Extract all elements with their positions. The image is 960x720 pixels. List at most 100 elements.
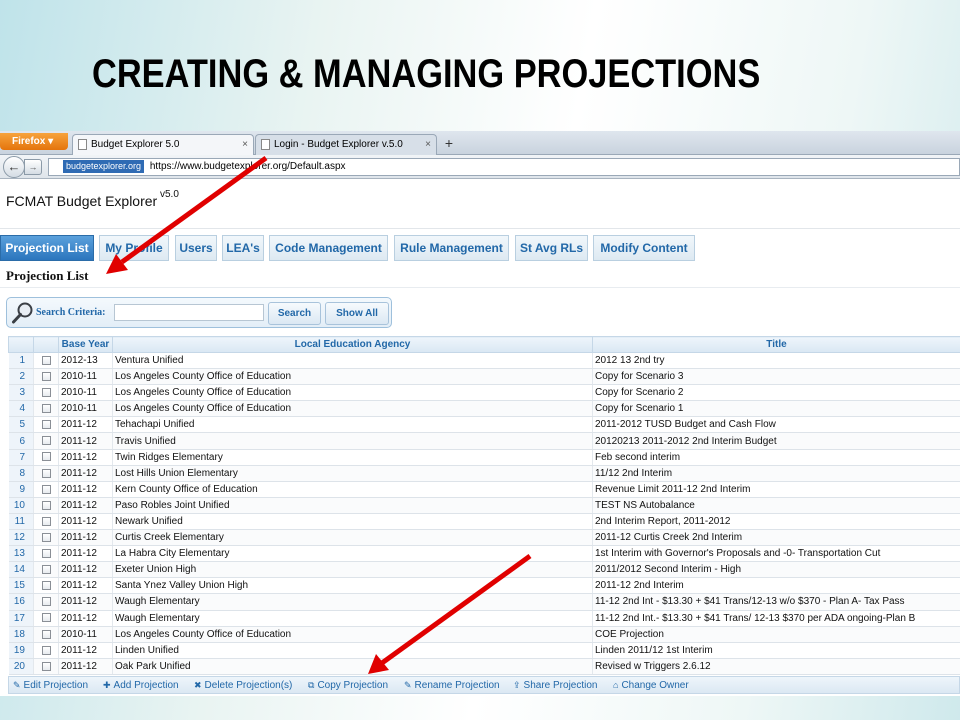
checkbox[interactable] — [41, 404, 51, 414]
tab-users[interactable]: Users — [175, 235, 217, 261]
table-row[interactable]: 10 2011-12 Paso Robles Joint Unified TEST N… — [8, 497, 960, 514]
checkbox[interactable] — [41, 629, 51, 639]
row-checkbox[interactable] — [33, 497, 59, 514]
show-all-button[interactable]: Show All — [325, 302, 389, 325]
checkbox[interactable] — [41, 355, 51, 365]
table-row[interactable]: 6 2011-12 Travis Unified 20120213 2011-2012… — [8, 432, 960, 450]
add-projection-button[interactable]: ✚ Add Projection — [103, 677, 179, 694]
title-cell: 2011/2012 Second Interim - High — [592, 561, 960, 579]
tab-st-avg-rls[interactable]: St Avg RLs — [515, 235, 588, 261]
table-row[interactable]: 5 2011-12 Tehachapi Unified 2011-2012 TUSD … — [8, 416, 960, 434]
close-tab-icon[interactable]: × — [242, 135, 248, 154]
checkbox[interactable] — [41, 484, 51, 494]
table-row[interactable]: 15 2011-12 Santa Ynez Valley Union High 201… — [8, 577, 960, 595]
table-row[interactable]: 8 2011-12 Lost Hills Union Elementary 11/12… — [8, 465, 960, 482]
divider — [0, 287, 960, 288]
lea-cell: Los Angeles County Office of Education — [112, 626, 593, 643]
title-cell: 20120213 2011-2012 2nd Interim Budget — [592, 432, 960, 450]
search-button[interactable]: Search — [268, 302, 321, 325]
table-row[interactable]: 19 2011-12 Linden Unified Linden 2011/12 1s… — [8, 642, 960, 659]
new-tab-button[interactable]: + — [438, 134, 460, 154]
table-row[interactable]: 20 2011-12 Oak Park Unified Revised w Trigg… — [8, 658, 960, 675]
checkbox[interactable] — [41, 613, 51, 623]
row-checkbox[interactable] — [33, 545, 59, 563]
checkbox[interactable] — [41, 661, 51, 671]
checkbox[interactable] — [41, 549, 51, 559]
delete-projection-button[interactable]: ✖ Delete Projection(s) — [194, 677, 292, 694]
checkbox[interactable] — [41, 420, 51, 430]
browser-tab-login[interactable]: Login - Budget Explorer v.5.0 × — [255, 134, 437, 155]
copy-icon: ⧉ — [308, 680, 315, 690]
row-checkbox[interactable] — [33, 368, 59, 386]
row-checkbox[interactable] — [33, 626, 59, 643]
edit-projection-button[interactable]: ✎ Edit Projection — [13, 677, 88, 694]
tab-leas[interactable]: LEA's — [222, 235, 264, 261]
table-row[interactable]: 14 2011-12 Exeter Union High 2011/2012 Seco… — [8, 561, 960, 579]
lea-header[interactable]: Local Education Agency — [112, 336, 593, 353]
row-checkbox[interactable] — [33, 432, 59, 450]
close-tab-icon[interactable]: × — [425, 135, 431, 154]
row-checkbox[interactable] — [33, 610, 59, 627]
row-checkbox[interactable] — [33, 352, 59, 370]
site-identity-badge[interactable]: budgetexplorer.org — [63, 160, 145, 173]
table-row[interactable]: 18 2010-11 Los Angeles County Office of Ed… — [8, 626, 960, 643]
table-row[interactable]: 12 2011-12 Curtis Creek Elementary 2011-12 … — [8, 529, 960, 547]
search-input[interactable] — [114, 304, 264, 321]
lea-cell: Travis Unified — [112, 432, 593, 450]
tab-projection-list[interactable]: Projection List — [0, 235, 94, 261]
base-year-header[interactable]: Base Year — [58, 336, 113, 353]
checkbox[interactable] — [41, 388, 51, 398]
row-checkbox[interactable] — [33, 449, 59, 466]
share-projection-button[interactable]: ⇪ Share Projection — [513, 677, 597, 694]
row-checkbox[interactable] — [33, 513, 59, 531]
table-row[interactable]: 11 2011-12 Newark Unified 2nd Interim Repor… — [8, 513, 960, 531]
table-row[interactable]: 16 2011-12 Waugh Elementary 11-12 2nd Int -… — [8, 593, 960, 611]
row-checkbox[interactable] — [33, 658, 59, 675]
checkbox[interactable] — [41, 516, 51, 526]
checkbox[interactable] — [41, 372, 51, 381]
base-year-cell: 2010-11 — [58, 400, 113, 418]
row-checkbox[interactable] — [33, 561, 59, 579]
checkbox[interactable] — [41, 597, 51, 607]
row-checkbox[interactable] — [33, 593, 59, 611]
row-checkbox[interactable] — [33, 529, 59, 547]
checkbox[interactable] — [41, 468, 51, 478]
table-row[interactable]: 9 2011-12 Kern County Office of Education R… — [8, 481, 960, 498]
tab-modify-content[interactable]: Modify Content — [593, 235, 695, 261]
change-owner-button[interactable]: ⌂ Change Owner — [613, 677, 689, 694]
tab-code-management[interactable]: Code Management — [269, 235, 388, 261]
row-checkbox[interactable] — [33, 642, 59, 659]
row-checkbox[interactable] — [33, 416, 59, 434]
checkbox[interactable] — [41, 452, 51, 462]
address-bar[interactable]: budgetexplorer.org https://www.budgetexp… — [48, 158, 960, 176]
title-header[interactable]: Title — [592, 336, 960, 353]
row-checkbox[interactable] — [33, 465, 59, 482]
table-row[interactable]: 3 2010-11 Los Angeles County Office of Edu… — [8, 384, 960, 402]
back-button[interactable]: ← — [3, 156, 25, 178]
checkbox[interactable] — [41, 500, 51, 510]
row-checkbox[interactable] — [33, 400, 59, 418]
plus-icon: ✚ — [103, 680, 111, 690]
firefox-menu-button[interactable]: Firefox ▾ — [0, 133, 68, 150]
checkbox[interactable] — [41, 565, 51, 575]
row-checkbox[interactable] — [33, 481, 59, 498]
rename-projection-button[interactable]: ✎ Rename Projection — [404, 677, 500, 694]
checkbox[interactable] — [41, 436, 51, 446]
checkbox[interactable] — [41, 645, 51, 655]
table-row[interactable]: 2 2010-11 Los Angeles County Office of Edu… — [8, 368, 960, 386]
browser-tab-budget-explorer[interactable]: Budget Explorer 5.0 × — [72, 134, 254, 155]
row-checkbox[interactable] — [33, 384, 59, 402]
table-row[interactable]: 13 2011-12 La Habra City Elementary 1st Int… — [8, 545, 960, 563]
row-checkbox[interactable] — [33, 577, 59, 595]
table-row[interactable]: 1 2012-13 Ventura Unified 2012 13 2nd try — [8, 352, 960, 370]
tab-my-profile[interactable]: My Profile — [99, 235, 169, 261]
table-row[interactable]: 4 2010-11 Los Angeles County Office of Edu… — [8, 400, 960, 418]
table-row[interactable]: 17 2011-12 Waugh Elementary 11-12 2nd Int.-… — [8, 610, 960, 627]
title-cell: Revised w Triggers 2.6.12 — [592, 658, 960, 675]
table-row[interactable]: 7 2011-12 Twin Ridges Elementary Feb second… — [8, 449, 960, 466]
tab-rule-management[interactable]: Rule Management — [394, 235, 509, 261]
copy-projection-button[interactable]: ⧉ Copy Projection — [308, 677, 388, 694]
checkbox[interactable] — [41, 532, 51, 542]
forward-button[interactable]: → — [24, 159, 42, 175]
checkbox[interactable] — [41, 581, 51, 591]
